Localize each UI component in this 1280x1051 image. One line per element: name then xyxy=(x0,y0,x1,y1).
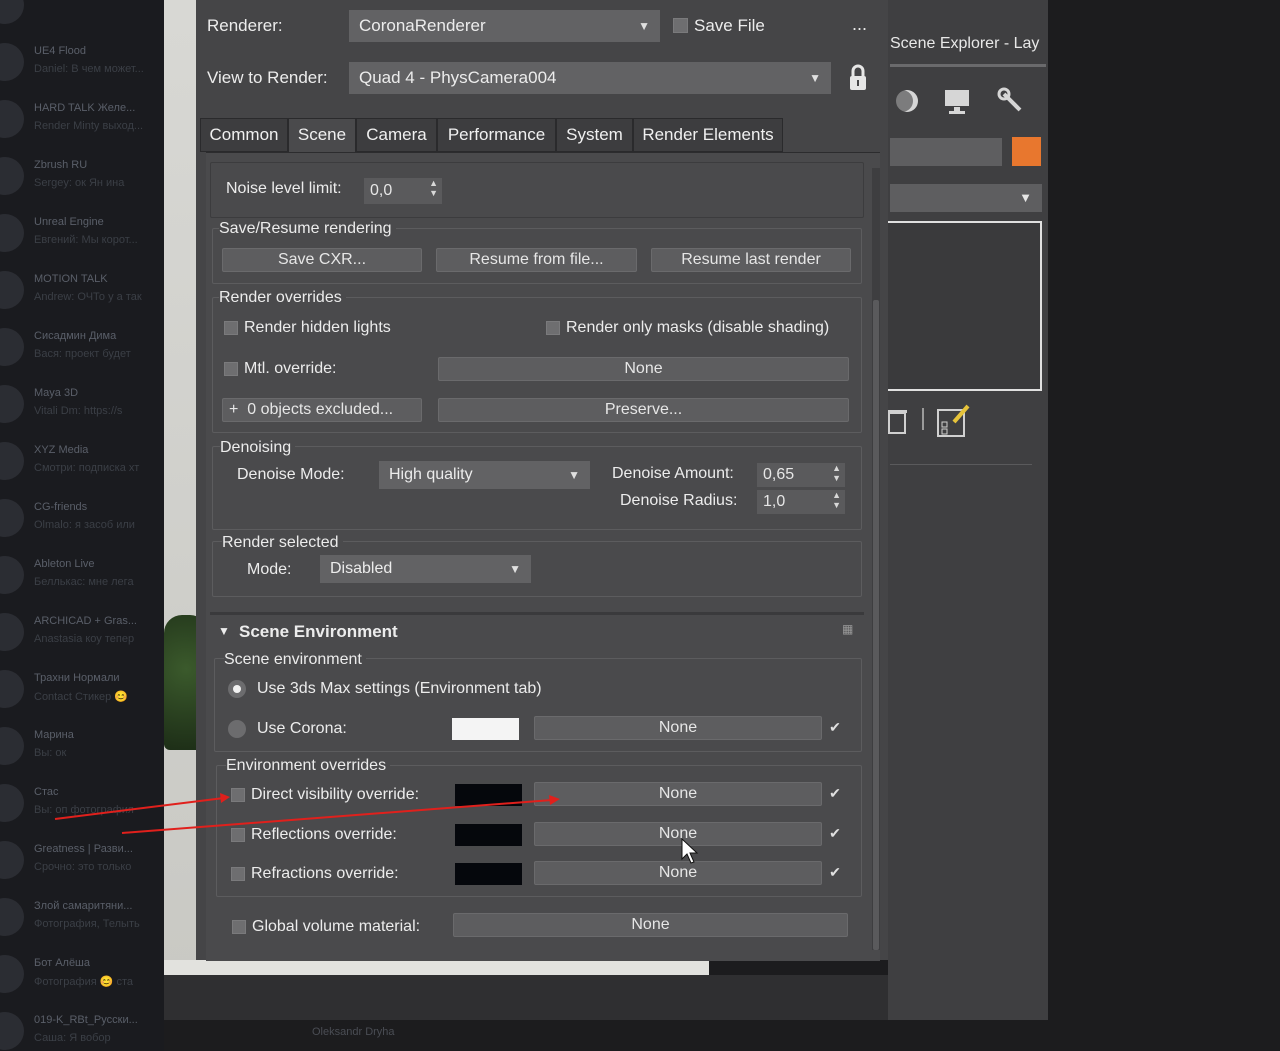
annotation-arrowhead-2 xyxy=(549,795,560,805)
annotation-arrow-1 xyxy=(54,797,225,820)
annotation-arrows xyxy=(54,793,560,834)
annotation-arrow-2 xyxy=(121,799,553,834)
annotation-arrowhead-1 xyxy=(220,793,230,803)
mouse-cursor-icon xyxy=(681,838,699,864)
